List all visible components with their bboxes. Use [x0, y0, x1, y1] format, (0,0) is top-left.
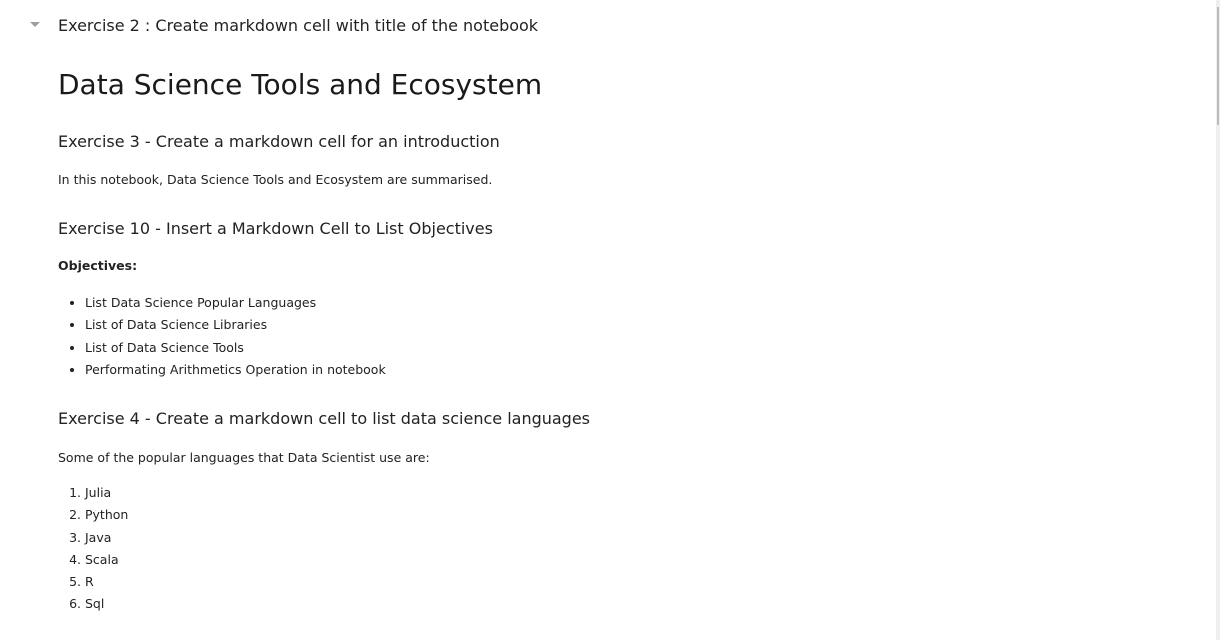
list-item: Sql [85, 595, 128, 617]
list-item: List of Data Science Tools [85, 339, 386, 361]
list-item: Performating Arithmetics Operation in no… [85, 361, 386, 383]
exercise4-heading: Exercise 4 - Create a markdown cell to l… [58, 409, 591, 428]
list-item: Scala [85, 551, 128, 573]
exercise10-heading: Exercise 10 - Insert a Markdown Cell to … [58, 219, 493, 238]
exercise2-heading: Exercise 2 : Create markdown cell with t… [58, 16, 539, 35]
scrollbar-thumb[interactable] [1217, 7, 1219, 125]
list-item: R [85, 573, 128, 595]
list-item: Python [85, 506, 128, 528]
objectives-label: Objectives: [58, 258, 138, 273]
exercise3-heading: Exercise 3 - Create a markdown cell for … [58, 132, 500, 151]
caret-down-icon[interactable] [30, 22, 40, 27]
list-item: Java [85, 529, 128, 551]
objectives-list: List Data Science Popular Languages List… [58, 294, 386, 383]
intro-text: In this notebook, Data Science Tools and… [58, 172, 493, 187]
list-item: List of Data Science Libraries [85, 316, 386, 338]
notebook-title: Data Science Tools and Ecosystem [58, 68, 543, 101]
list-item: Julia [85, 484, 128, 506]
languages-intro: Some of the popular languages that Data … [58, 450, 430, 465]
list-item: List Data Science Popular Languages [85, 294, 386, 316]
languages-list: Julia Python Java Scala R Sql [58, 484, 128, 618]
